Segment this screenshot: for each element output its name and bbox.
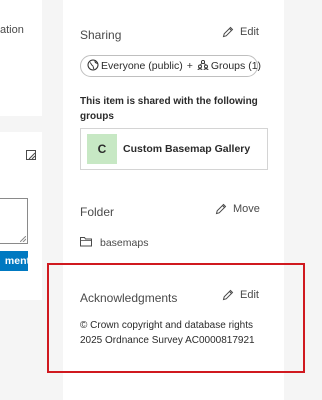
pencil-icon [215, 203, 227, 215]
group-card[interactable]: C Custom Basemap Gallery [80, 128, 268, 170]
sharing-edit-button[interactable]: Edit [222, 26, 259, 38]
expand-icon[interactable] [26, 150, 36, 160]
left-top-card: ation [0, 0, 42, 116]
folder-move-button[interactable]: Move [215, 203, 260, 215]
comment-textarea[interactable] [0, 198, 28, 244]
groups-label: Groups (1) [210, 60, 262, 72]
add-comment-button[interactable]: ment [0, 251, 28, 271]
folder-icon [80, 236, 92, 250]
plus-text: + [186, 60, 193, 72]
groups-icon [197, 59, 209, 74]
folder-name: basemaps [100, 237, 149, 249]
group-avatar: C [87, 134, 117, 164]
pencil-icon [222, 26, 234, 38]
folder-item: basemaps [80, 236, 148, 250]
folder-title: Folder [80, 205, 115, 219]
left-top-text: ation [0, 24, 24, 36]
sharing-title: Sharing [80, 28, 122, 42]
add-comment-button-label: ment [4, 255, 28, 267]
group-name: Custom Basemap Gallery [123, 143, 251, 155]
sharing-edit-label: Edit [240, 26, 259, 38]
highlight-box [47, 263, 305, 373]
everyone-label: Everyone (public) [101, 60, 183, 72]
shared-with-text: This item is shared with the following g… [80, 96, 258, 122]
sharing-level-pill: Everyone (public) + Groups (1) [80, 55, 262, 77]
folder-move-label: Move [233, 203, 260, 215]
globe-icon [87, 59, 99, 74]
